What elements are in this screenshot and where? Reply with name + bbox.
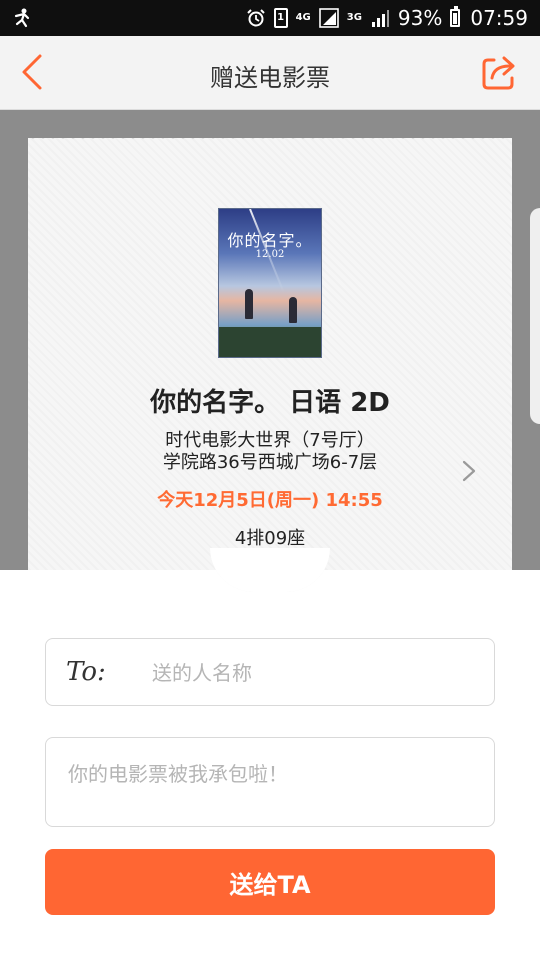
ticket-area: 你的名字。 12.02 你的名字。 日语 2D 时代电影大世界（7号厅） 学院路… [0, 110, 540, 578]
signal-icon [318, 8, 339, 28]
send-button[interactable]: 送给TA [45, 849, 495, 915]
showtime: 今天12月5日(周一) 14:55 [157, 490, 383, 511]
sim-icon: 1 [273, 8, 288, 28]
cinema-name: 时代电影大世界（7号厅） [165, 430, 375, 451]
status-icons: 1 4G 3G 93% 07:59 [246, 0, 528, 36]
recipient-field[interactable]: To: [45, 638, 495, 706]
movie-poster: 你的名字。 12.02 [218, 208, 322, 358]
message-input[interactable] [68, 758, 468, 808]
movie-title: 你的名字。 日语 2D [150, 388, 390, 418]
cinema-info[interactable]: 时代电影大世界（7号厅） 学院路36号西城广场6-7层 [28, 430, 512, 474]
ticket-card[interactable]: 你的名字。 12.02 你的名字。 日语 2D 时代电影大世界（7号厅） 学院路… [28, 134, 512, 578]
battery-percent: 93% [397, 6, 443, 30]
battery-icon [450, 6, 461, 27]
gift-form-panel: To: 送给TA [0, 548, 540, 960]
ticket-notch [210, 548, 330, 592]
app-bar: 赠送电影票 [0, 36, 540, 110]
sim-badge: 1 [277, 12, 285, 23]
recipient-input[interactable] [152, 659, 472, 687]
signal-icon [371, 10, 389, 27]
status-bar: 1 4G 3G 93% 07:59 [0, 0, 540, 36]
share-icon[interactable] [480, 52, 520, 92]
stickman-icon [14, 8, 30, 28]
chevron-right-icon[interactable] [462, 460, 476, 482]
ticket-perforation [28, 134, 512, 144]
next-ticket-peek[interactable] [530, 208, 540, 424]
clock: 07:59 [470, 6, 528, 30]
poster-title: 你的名字。 [227, 231, 313, 250]
to-label: To: [66, 657, 106, 687]
page-title: 赠送电影票 [210, 64, 330, 92]
message-field[interactable] [45, 737, 495, 827]
cinema-address: 学院路36号西城广场6-7层 [162, 452, 378, 473]
network-3g-label: 3G [346, 12, 362, 23]
seat-info: 4排09座 [234, 528, 306, 549]
alarm-icon [246, 9, 265, 27]
poster-date: 12.02 [255, 249, 285, 260]
network-4g-label: 4G [295, 12, 311, 23]
